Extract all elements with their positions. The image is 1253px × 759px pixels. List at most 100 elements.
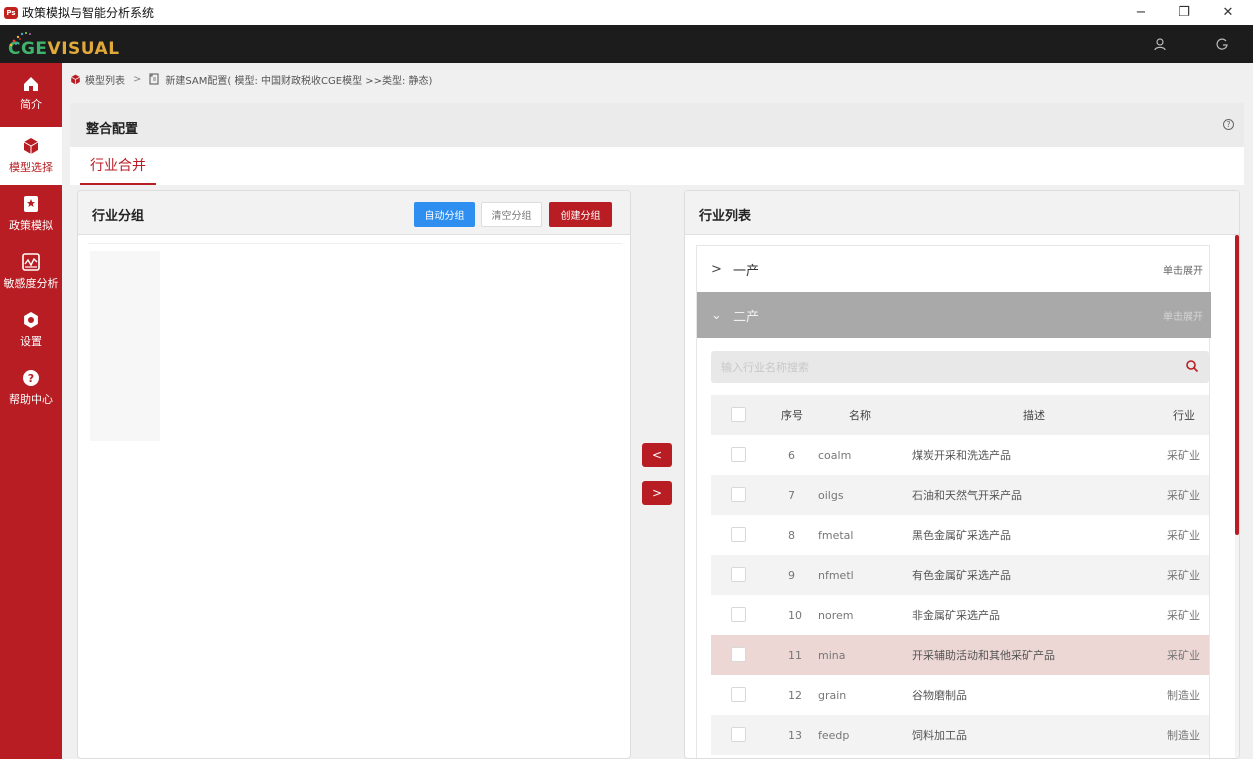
group-name: 二产 (733, 309, 760, 325)
window-title: 政策模拟与智能分析系统 (22, 6, 155, 20)
table-row[interactable]: 6 coalm 煤炭开采和洗选产品 采矿业 (711, 435, 1209, 475)
app-icon: Ps (4, 6, 18, 19)
row-checkbox[interactable] (731, 727, 746, 742)
sidebar-item-label: 政策模拟 (9, 219, 53, 232)
window-titlebar: Ps 政策模拟与智能分析系统 (0, 0, 1253, 25)
group-hint: 单击展开 (1163, 311, 1203, 323)
app-header: CGEVISUAL (0, 25, 1253, 63)
row-name: nfmetl (818, 568, 854, 582)
tab-industry-merge[interactable]: 行业合并 (80, 147, 156, 185)
user-icon[interactable] (1148, 25, 1172, 63)
row-desc: 开采辅助活动和其他采矿产品 (912, 649, 1055, 662)
row-name: feedp (818, 728, 850, 742)
chevron-right-icon: > (711, 261, 722, 277)
create-group-button[interactable]: 创建分组 (549, 202, 612, 227)
group-secondary[interactable]: ⌄ 二产 单击展开 (697, 292, 1211, 338)
cube-icon (23, 138, 39, 154)
row-checkbox[interactable] (731, 567, 746, 582)
search-icon[interactable] (1185, 359, 1199, 373)
logout-icon[interactable] (1210, 25, 1234, 63)
auto-group-button[interactable]: 自动分组 (414, 202, 475, 227)
select-all-checkbox[interactable] (731, 407, 746, 422)
table-row[interactable]: 12 grain 谷物磨制品 制造业 (711, 675, 1209, 715)
config-header: 整合配置 ? (70, 103, 1244, 147)
row-checkbox[interactable] (731, 607, 746, 622)
sidebar-item-model-select[interactable]: 模型选择 (0, 127, 62, 185)
help-circle-icon[interactable]: ? (1223, 119, 1234, 130)
table-row[interactable]: 9 nfmetl 有色金属矿采选产品 采矿业 (711, 555, 1209, 595)
column-name: 名称 (849, 409, 871, 422)
group-primary[interactable]: > 一产 单击展开 (697, 246, 1211, 292)
row-name: norem (818, 608, 854, 622)
row-index: 7 (788, 488, 795, 502)
table-header: 序号 名称 描述 行业 (711, 395, 1209, 435)
logo-visual: VISUAL (47, 39, 120, 59)
sidebar: 简介 模型选择 政策模拟 敏感度分析 设置 ? 帮助中心 (0, 63, 62, 759)
sidebar-item-label: 简介 (20, 98, 42, 111)
industry-list: > 一产 单击展开 ⌄ 二产 单击展开 序号 名称 描述 行业 (696, 245, 1211, 758)
sidebar-item-help[interactable]: ? 帮助中心 (0, 359, 62, 417)
group-hint: 单击展开 (1163, 265, 1203, 277)
restore-button[interactable]: ❐ (1164, 0, 1204, 25)
move-left-button[interactable]: < (642, 443, 672, 467)
row-name: coalm (818, 448, 852, 462)
sidebar-item-sensitivity[interactable]: 敏感度分析 (0, 243, 62, 301)
industry-list-panel: 行业列表 > 一产 单击展开 ⌄ 二产 单击展开 序号 名称 描述 (684, 190, 1240, 759)
divider (88, 243, 622, 244)
row-index: 8 (788, 528, 795, 542)
row-name: mina (818, 648, 846, 662)
row-desc: 饲料加工品 (912, 729, 967, 742)
scrollbar-thumb[interactable] (1235, 235, 1239, 535)
table-row[interactable]: 11 mina 开采辅助活动和其他采矿产品 采矿业 (711, 635, 1209, 675)
clear-group-button[interactable]: 清空分组 (481, 202, 542, 227)
table-row[interactable]: 7 oilgs 石油和天然气开采产品 采矿业 (711, 475, 1209, 515)
panel-title: 行业列表 (699, 209, 752, 224)
move-right-button[interactable]: > (642, 481, 672, 505)
table-row[interactable]: 13 feedp 饲料加工品 制造业 (711, 715, 1209, 755)
chart-icon (22, 253, 40, 271)
row-checkbox[interactable] (731, 487, 746, 502)
policy-icon (24, 196, 38, 212)
sidebar-item-label: 帮助中心 (9, 393, 53, 406)
group-list-area (90, 251, 160, 441)
minimize-button[interactable]: − (1121, 0, 1161, 25)
document-icon (149, 73, 159, 85)
breadcrumb-model-list[interactable]: 模型列表 (85, 72, 125, 87)
sidebar-item-settings[interactable]: 设置 (0, 301, 62, 359)
industry-search (711, 351, 1209, 383)
table-row[interactable]: 10 norem 非金属矿采选产品 采矿业 (711, 595, 1209, 635)
sidebar-item-policy[interactable]: 政策模拟 (0, 185, 62, 243)
row-industry: 采矿业 (1167, 489, 1200, 502)
row-index: 9 (788, 568, 795, 582)
row-industry: 制造业 (1167, 689, 1200, 702)
row-desc: 煤炭开采和洗选产品 (912, 449, 1011, 462)
row-index: 6 (788, 448, 795, 462)
row-checkbox[interactable] (731, 447, 746, 462)
row-checkbox[interactable] (731, 527, 746, 542)
column-index: 序号 (781, 409, 803, 422)
row-checkbox[interactable] (731, 687, 746, 702)
main-content: 模型列表 > 新建SAM配置( 模型: 中国财政税收CGE模型 >>类型: 静态… (62, 63, 1253, 759)
row-industry: 采矿业 (1167, 569, 1200, 582)
page-title: 整合配置 (86, 122, 139, 137)
table-row[interactable]: 8 fmetal 黑色金属矿采选产品 采矿业 (711, 515, 1209, 555)
search-input[interactable] (721, 357, 1161, 377)
breadcrumb-current: 新建SAM配置( 模型: 中国财政税收CGE模型 >>类型: 静态) (165, 75, 433, 87)
row-industry: 采矿业 (1167, 449, 1200, 462)
row-checkbox[interactable] (731, 647, 746, 662)
sidebar-item-intro[interactable]: 简介 (0, 65, 62, 123)
scrollbar[interactable] (1235, 235, 1239, 758)
tab-bar: 行业合并 (70, 147, 1244, 185)
help-icon: ? (23, 370, 39, 386)
row-name: grain (818, 688, 847, 702)
breadcrumb-separator: > (133, 73, 142, 85)
row-name: oilgs (818, 488, 844, 502)
row-desc: 有色金属矿采选产品 (912, 569, 1011, 582)
logo-dots-icon (9, 31, 31, 47)
close-button[interactable]: ✕ (1208, 0, 1248, 25)
sidebar-item-label: 设置 (20, 335, 42, 348)
panel-title: 行业分组 (92, 209, 145, 224)
row-desc: 谷物磨制品 (912, 689, 967, 702)
row-industry: 制造业 (1167, 729, 1200, 742)
breadcrumb: 模型列表 > 新建SAM配置( 模型: 中国财政税收CGE模型 >>类型: 静态… (70, 71, 432, 87)
